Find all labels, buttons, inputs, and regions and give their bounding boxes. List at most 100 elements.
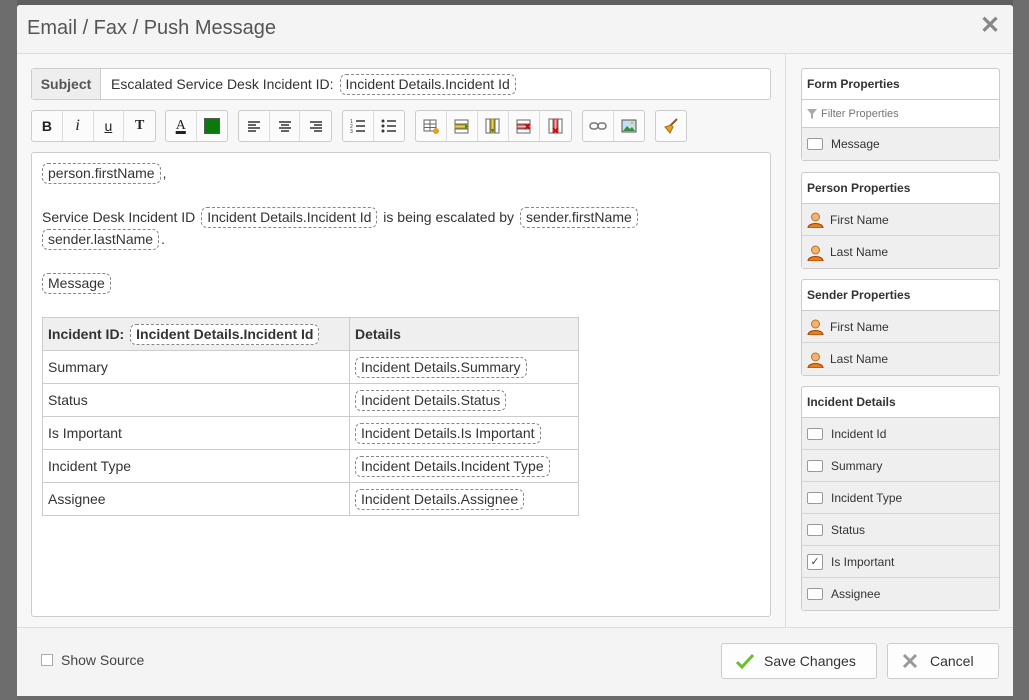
table-cell-tag[interactable]: Incident Details.Assignee [355,488,525,510]
image-icon [621,119,637,133]
underline-button[interactable]: u [94,111,125,141]
italic-button[interactable]: i [63,111,94,141]
show-source-label: Show Source [61,652,145,668]
field-icon [807,588,823,600]
property-label: Status [831,522,866,537]
link-icon [589,122,607,130]
align-center-button[interactable] [270,111,301,141]
save-changes-button[interactable]: Save Changes [721,643,877,679]
table-cell-tag[interactable]: Incident Details.Incident Type [355,455,550,477]
table-cell-label: Incident Type [42,449,350,483]
ordered-list-icon: 123 [350,119,365,133]
table-cell-tag[interactable]: Incident Details.Summary [355,356,527,378]
checkmark-icon [736,653,754,669]
sender-properties-title: Sender Properties [802,280,999,311]
table-header-details: Details [349,317,579,351]
clear-formatting-button[interactable] [656,111,686,141]
insert-link-button[interactable] [583,111,614,141]
bullet-list-icon [381,119,396,133]
person-firstname-tag[interactable]: person.firstName [42,163,161,184]
bold-button[interactable]: B [32,111,63,141]
incident-id-tag[interactable]: Incident Details.Incident Id [201,207,378,228]
table-cell-tag[interactable]: Incident Details.Is Important [355,422,541,444]
subject-field[interactable]: Subject Escalated Service Desk Incident … [31,68,771,100]
property-item-is-important[interactable]: ✓ Is Important [802,546,999,578]
property-label: Last Name [830,245,889,259]
subject-label: Subject [32,69,101,99]
greeting-comma: , [162,165,167,181]
table-cell-tag[interactable]: Incident Details.Status [355,389,507,411]
property-label: First Name [830,212,889,227]
highlight-color-button[interactable] [197,111,227,141]
show-source-checkbox[interactable] [41,654,53,666]
property-item-summary[interactable]: Summary [802,450,999,482]
insert-image-button[interactable] [614,111,644,141]
person-properties-panel: Person Properties First Name Last Name [801,172,1000,269]
bullet-list-button[interactable] [374,111,404,141]
toolbar-group-color: A [165,110,228,142]
field-icon [807,523,823,536]
toolbar-group-format: B i u T [31,110,156,142]
message-dialog: Email / Fax / Push Message ✕ Subject Esc… [17,5,1013,696]
align-left-button[interactable] [239,111,270,141]
field-icon [807,491,823,504]
table-header-row: Incident ID: Incident Details.Incident I… [42,317,579,351]
sender-properties-panel: Sender Properties First Name Last Name [801,279,1000,376]
remove-format-button[interactable]: T [124,111,155,141]
message-line: Message [42,273,113,294]
cancel-button[interactable]: Cancel [887,643,999,679]
close-icon[interactable]: ✕ [979,14,1001,38]
table-row: Assignee Incident Details.Assignee [42,482,579,516]
property-item-sender-last-name[interactable]: Last Name [802,343,999,375]
field-icon [807,138,823,150]
sender-lastname-tag[interactable]: sender.lastName [42,229,160,250]
property-item-sender-first-name[interactable]: First Name [802,311,999,343]
property-item-person-last-name[interactable]: Last Name [802,236,999,268]
property-item-incident-id[interactable]: Incident Id [802,418,999,450]
insert-table-icon [423,119,439,134]
table-cell-label: Status [42,383,350,417]
cancel-x-icon [902,653,918,669]
period: . [161,231,165,247]
table-header-tag[interactable]: Incident Details.Incident Id [130,323,320,345]
property-item-person-first-name[interactable]: First Name [802,204,999,236]
message-tag[interactable]: Message [42,273,111,294]
highlight-color-swatch-icon [203,118,220,134]
property-item-message[interactable]: Message [802,128,999,160]
ordered-list-button[interactable]: 123 [343,111,374,141]
incident-details-panel: Incident Details Incident Id Summary Inc… [801,386,1000,611]
filter-properties-input[interactable] [819,106,989,121]
insert-column-button[interactable] [478,111,509,141]
table-header-incident-id: Incident ID: Incident Details.Incident I… [42,317,350,351]
property-label: Message [831,137,880,151]
insert-table-button[interactable] [416,111,447,141]
person-icon [807,352,824,368]
property-item-incident-type[interactable]: Incident Type [802,482,999,514]
background-page-right [1013,0,1029,700]
insert-row-button[interactable] [447,111,478,141]
filter-icon [807,108,817,119]
subject-tag[interactable]: Incident Details.Incident Id [339,73,516,95]
person-icon [807,212,824,228]
message-body-editor[interactable]: person.firstName, Service Desk Incident … [31,152,771,617]
checkbox-checked-icon: ✓ [807,553,823,570]
delete-column-button[interactable] [540,111,571,141]
subject-value[interactable]: Escalated Service Desk Incident ID: Inci… [101,73,518,95]
properties-pane: Form Properties Message Person Propertie… [785,54,1013,627]
show-source-toggle[interactable]: Show Source [41,652,144,668]
delete-row-button[interactable] [509,111,540,141]
property-label: Is Important [831,554,895,569]
property-item-assignee[interactable]: Assignee [802,578,999,610]
property-label: Incident Type [831,490,903,505]
dialog-footer: Show Source Save Changes Cancel [17,627,1013,696]
sender-firstname-tag[interactable]: sender.firstName [519,207,638,228]
save-changes-label: Save Changes [764,653,856,669]
font-color-button[interactable]: A [166,111,197,141]
filter-properties-field[interactable] [802,100,999,128]
property-item-status[interactable]: Status [802,514,999,546]
table-cell-label: Is Important [42,416,350,450]
align-right-button[interactable] [300,111,331,141]
escalation-prefix: Service Desk Incident ID [42,209,196,225]
property-label: First Name [830,319,889,334]
property-label: Incident Id [831,426,887,441]
